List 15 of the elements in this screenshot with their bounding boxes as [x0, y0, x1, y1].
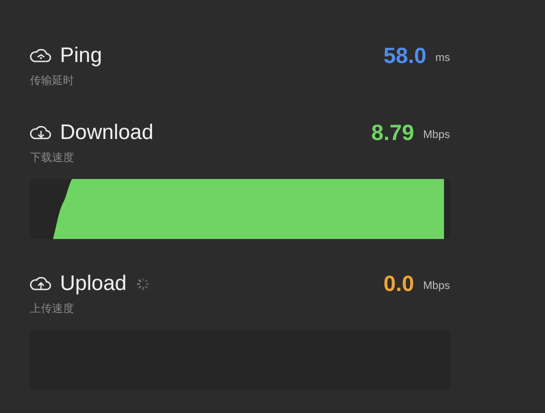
metric-value: 8.79	[371, 120, 414, 146]
cloud-upload-icon	[30, 276, 52, 292]
metric-value: 0.0	[384, 271, 414, 297]
metric-title: Upload	[60, 272, 127, 296]
unit-label: Mbps	[423, 129, 450, 141]
metric-title: Download	[60, 121, 154, 145]
metric-subtitle: 上传速度	[30, 302, 75, 316]
cloud-icon	[30, 48, 52, 64]
metric-title: Ping	[60, 44, 102, 68]
unit-label: ms	[435, 52, 450, 64]
metric-subtitle: 传输延时	[30, 74, 75, 88]
unit-label: Mbps	[423, 280, 450, 292]
cloud-download-icon	[30, 126, 52, 140]
metric-value: 58.0	[384, 43, 426, 69]
metric-subtitle: 下载速度	[30, 150, 75, 165]
